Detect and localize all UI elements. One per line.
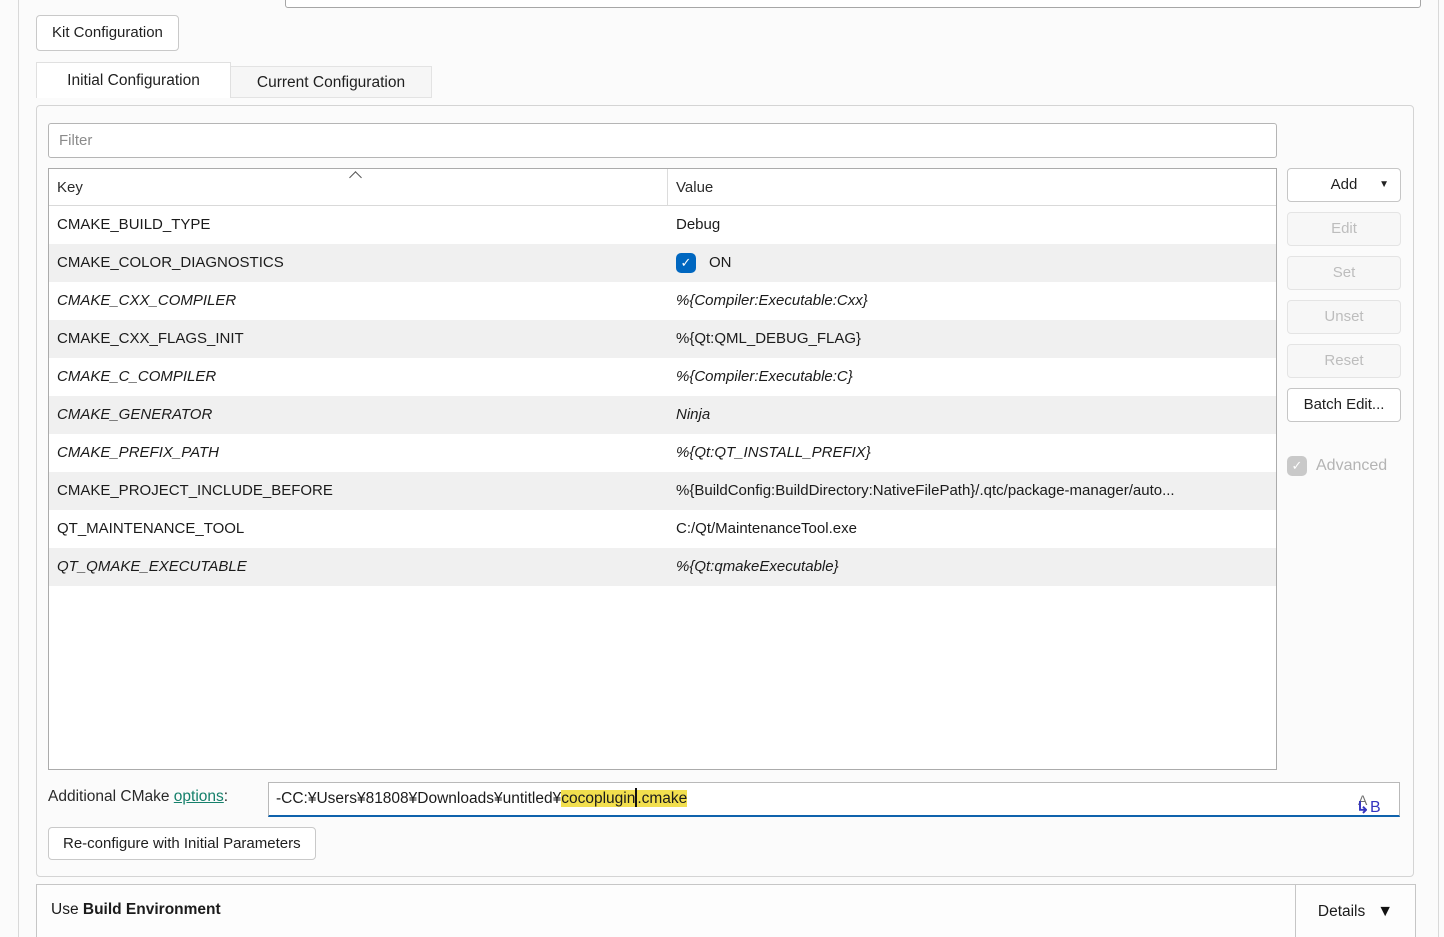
table-row[interactable]: CMAKE_PROJECT_INCLUDE_BEFORE %{BuildConf…: [49, 472, 1276, 510]
kit-configuration-button[interactable]: Kit Configuration: [36, 15, 179, 51]
additional-cmake-options-input[interactable]: -CC:¥Users¥81808¥Downloads¥untitled¥coco…: [268, 782, 1400, 817]
advanced-label: Advanced: [1316, 457, 1387, 475]
set-button[interactable]: Set: [1287, 256, 1401, 290]
configuration-tabs: Initial Configuration Current Configurat…: [36, 62, 432, 98]
advanced-checkbox[interactable]: ✓ Advanced: [1287, 456, 1387, 476]
reconfigure-button[interactable]: Re-configure with Initial Parameters: [48, 827, 316, 860]
unset-button[interactable]: Unset: [1287, 300, 1401, 334]
right-panel-divider: [1438, 0, 1439, 937]
build-environment-section: Use Build Environment Details ▼: [36, 884, 1416, 937]
left-panel-divider: [18, 0, 19, 937]
top-cropped-field[interactable]: [285, 0, 1421, 8]
table-row[interactable]: CMAKE_GENERATOR Ninja: [49, 396, 1276, 434]
edit-button[interactable]: Edit: [1287, 212, 1401, 246]
tab-current-configuration[interactable]: Current Configuration: [230, 66, 432, 98]
column-header-value[interactable]: Value: [668, 169, 1276, 205]
highlighted-text: .cmake: [637, 790, 687, 807]
batch-edit-button[interactable]: Batch Edit...: [1287, 388, 1401, 422]
chevron-down-icon: ▼: [1379, 169, 1389, 201]
tab-initial-configuration[interactable]: Initial Configuration: [36, 62, 231, 98]
table-row[interactable]: CMAKE_BUILD_TYPE Debug: [49, 206, 1276, 244]
use-build-environment-label: Use Build Environment: [51, 901, 221, 919]
options-value-prefix: -CC:¥Users¥81808¥Downloads¥untitled¥: [276, 790, 561, 807]
table-row[interactable]: CMAKE_PREFIX_PATH %{Qt:QT_INSTALL_PREFIX…: [49, 434, 1276, 472]
table-row[interactable]: CMAKE_COLOR_DIAGNOSTICS ✓ ON: [49, 244, 1276, 282]
highlighted-text: cocoplugin: [561, 790, 635, 807]
additional-cmake-options-label: Additional CMake options:: [48, 788, 228, 806]
table-row[interactable]: QT_MAINTENANCE_TOOL C:/Qt/MaintenanceToo…: [49, 510, 1276, 548]
cmake-initial-configuration-pane: Kit Configuration Initial Configuration …: [0, 0, 1444, 937]
filter-input[interactable]: [48, 123, 1277, 158]
add-button[interactable]: Add ▼: [1287, 168, 1401, 202]
insert-variable-icon[interactable]: A ↳ B: [1355, 785, 1385, 815]
options-link[interactable]: options: [174, 788, 224, 805]
table-row[interactable]: CMAKE_CXX_COMPILER %{Compiler:Executable…: [49, 282, 1276, 320]
checkbox-value-label: ON: [709, 244, 732, 282]
cmake-variables-table[interactable]: Key Value CMAKE_BUILD_TYPE Debug CMAKE_C…: [48, 168, 1277, 770]
details-toggle[interactable]: Details ▼: [1296, 885, 1415, 937]
table-header[interactable]: Key Value: [49, 169, 1276, 206]
checked-checkbox-icon[interactable]: ✓: [676, 253, 696, 273]
chevron-down-icon: ▼: [1377, 903, 1393, 921]
reset-button[interactable]: Reset: [1287, 344, 1401, 378]
table-row[interactable]: QT_QMAKE_EXECUTABLE %{Qt:qmakeExecutable…: [49, 548, 1276, 586]
table-row[interactable]: CMAKE_CXX_FLAGS_INIT %{Qt:QML_DEBUG_FLAG…: [49, 320, 1276, 358]
table-row[interactable]: CMAKE_C_COMPILER %{Compiler:Executable:C…: [49, 358, 1276, 396]
checked-checkbox-disabled-icon: ✓: [1287, 456, 1307, 476]
